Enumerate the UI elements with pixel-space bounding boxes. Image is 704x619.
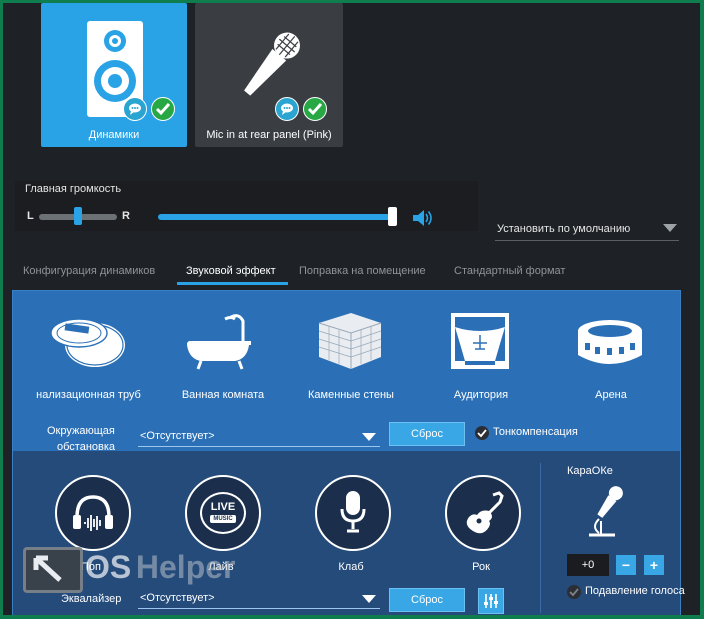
chat-badge-icon bbox=[123, 97, 147, 121]
vocal-cancel-label: Подавление голоса bbox=[585, 585, 685, 597]
environment-dropdown-value: <Отсутствует> bbox=[140, 430, 215, 442]
environment-label: Каменные стены bbox=[308, 389, 394, 401]
chevron-down-icon bbox=[362, 433, 376, 441]
speaker-volume-icon[interactable] bbox=[411, 208, 433, 228]
environment-label: Арена bbox=[595, 389, 627, 401]
volume-slider-handle[interactable] bbox=[388, 207, 397, 226]
balance-left-label: L bbox=[27, 210, 34, 222]
environment-label: нализационная труб bbox=[36, 389, 141, 401]
set-default-value: Установить по умолчанию bbox=[497, 223, 631, 235]
karaoke-minus-button[interactable]: − bbox=[616, 555, 636, 575]
live-music-icon: LIVE MUSIC bbox=[200, 492, 246, 534]
karaoke-mic-icon bbox=[589, 486, 623, 537]
microphone-icon bbox=[340, 491, 366, 533]
karaoke-plus-button[interactable]: + bbox=[644, 555, 664, 575]
watermark-text-helper: Helper bbox=[127, 549, 236, 585]
tab-room-correction[interactable]: Поправка на помещение bbox=[299, 265, 426, 277]
microphone-icon bbox=[244, 32, 300, 96]
environment-reset-button[interactable]: Сброс bbox=[389, 422, 465, 446]
watermark: OS Helper bbox=[21, 543, 285, 595]
stone-wall-icon[interactable] bbox=[315, 311, 385, 371]
watermark-text-os: OS bbox=[85, 549, 132, 585]
environment-dropdown[interactable]: <Отсутствует> bbox=[138, 427, 380, 447]
equalizer-settings-button[interactable] bbox=[478, 588, 504, 614]
preset-club-button[interactable] bbox=[315, 475, 391, 551]
preset-pop-button[interactable] bbox=[55, 475, 131, 551]
headphones-icon bbox=[73, 495, 113, 531]
loudness-label: Тонкомпенсация bbox=[493, 426, 578, 438]
tab-default-format[interactable]: Стандартный формат bbox=[454, 265, 565, 277]
device-label: Динамики bbox=[88, 129, 140, 141]
chevron-down-icon bbox=[362, 595, 376, 603]
balance-slider-handle[interactable] bbox=[74, 207, 82, 225]
balance-right-label: R bbox=[122, 210, 130, 222]
tab-speaker-config[interactable]: Конфигурация динамиков bbox=[23, 265, 155, 277]
arena-icon[interactable] bbox=[575, 317, 645, 367]
preset-live-button[interactable]: LIVE MUSIC bbox=[185, 475, 261, 551]
vocal-cancel-checkbox[interactable] bbox=[567, 585, 581, 599]
check-badge-icon bbox=[303, 97, 327, 121]
check-badge-icon bbox=[151, 97, 175, 121]
tab-bar: Конфигурация динамиков Звуковой эффект П… bbox=[3, 265, 700, 287]
volume-slider-track[interactable] bbox=[158, 214, 394, 220]
watermark-logo-icon bbox=[23, 547, 83, 593]
live-badge-line2: MUSIC bbox=[210, 515, 236, 523]
environment-label: Ванная комната bbox=[181, 389, 265, 401]
set-default-dropdown[interactable]: Установить по умолчанию bbox=[495, 220, 679, 241]
karaoke-title: КараОКе bbox=[567, 465, 613, 477]
pipe-icon[interactable] bbox=[49, 315, 129, 371]
device-card-speakers[interactable]: Динамики bbox=[41, 3, 187, 147]
guitar-icon bbox=[466, 491, 504, 534]
volume-title: Главная громкость bbox=[25, 183, 122, 195]
equalizer-reset-button[interactable]: Сброс bbox=[389, 588, 465, 612]
sliders-icon bbox=[484, 594, 498, 608]
karaoke-value-field[interactable]: +0 bbox=[567, 554, 609, 576]
active-tab-indicator bbox=[177, 282, 288, 285]
environment-label: Аудитория bbox=[453, 389, 509, 401]
preset-label: Клаб bbox=[338, 561, 364, 573]
app-window: Динамики Mic in at rear panel (Pink) Гла… bbox=[3, 3, 700, 615]
chevron-down-icon bbox=[663, 224, 677, 232]
preset-label: Рок bbox=[472, 561, 490, 573]
environment-label-line1: Окружающая bbox=[47, 425, 115, 437]
device-label: Mic in at rear panel (Pink) bbox=[206, 129, 332, 141]
device-card-mic[interactable]: Mic in at rear panel (Pink) bbox=[195, 3, 343, 147]
chat-badge-icon bbox=[275, 97, 299, 121]
bathtub-icon[interactable] bbox=[187, 311, 253, 371]
section-divider bbox=[540, 463, 541, 613]
live-badge-line1: LIVE bbox=[210, 501, 236, 513]
auditorium-icon[interactable] bbox=[449, 311, 511, 371]
preset-rock-button[interactable] bbox=[445, 475, 521, 551]
master-volume-panel: Главная громкость L R bbox=[15, 181, 478, 231]
tab-sound-effect[interactable]: Звуковой эффект bbox=[186, 265, 276, 277]
loudness-checkbox[interactable] bbox=[475, 426, 489, 440]
